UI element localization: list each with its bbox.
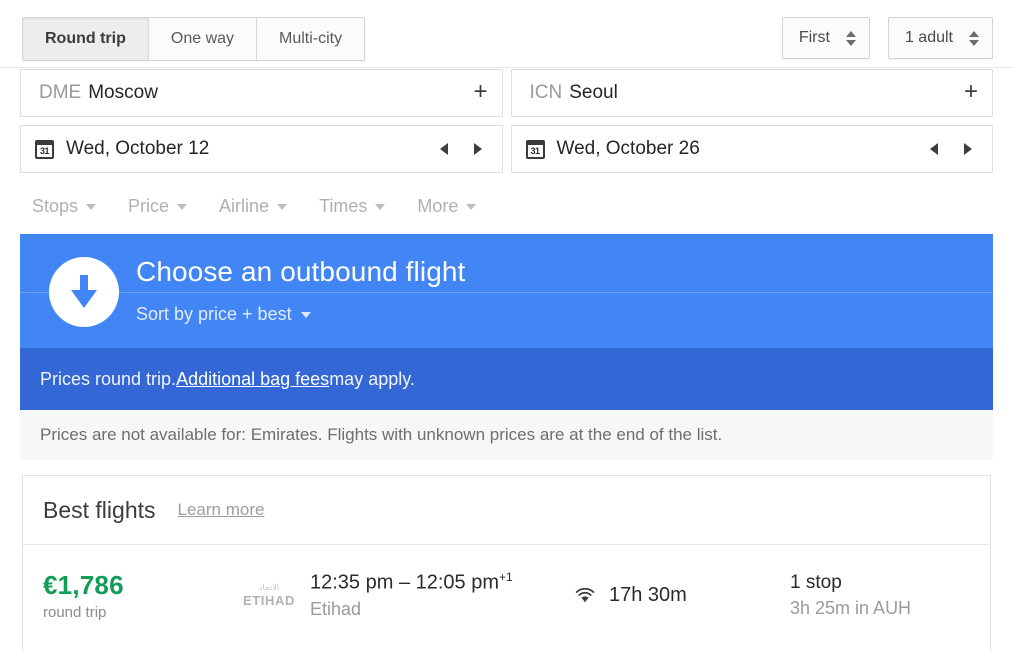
filter-more-label: More	[417, 196, 459, 216]
calendar-icon: 31	[525, 139, 545, 159]
arrow-right-icon[interactable]	[964, 143, 972, 155]
trip-tab-round-trip[interactable]: Round trip	[23, 18, 149, 60]
wifi-icon	[575, 587, 595, 602]
filter-price-label: Price	[128, 196, 170, 216]
flight-stops-column: 1 stop 3h 25m in AUH	[790, 572, 970, 619]
depart-date-input[interactable]: 31 Wed, October 12	[20, 125, 503, 173]
origin-code: DME	[39, 82, 82, 103]
filter-more[interactable]: More	[405, 190, 488, 223]
additional-bag-fees-link[interactable]: Additional bag fees	[176, 369, 329, 390]
filter-airline[interactable]: Airline	[207, 190, 299, 223]
return-date-nav	[930, 143, 978, 155]
outbound-banner: Choose an outbound flight Sort by price …	[20, 234, 993, 348]
destination-input[interactable]: ICN Seoul +	[510, 69, 993, 117]
calendar-icon: 31	[35, 139, 54, 159]
learn-more-link[interactable]: Learn more	[178, 500, 265, 520]
flight-price-note: round trip	[43, 603, 107, 621]
bag-notice-prefix: Prices round trip.	[40, 368, 177, 389]
cabin-class-stepper[interactable]: First	[781, 17, 870, 59]
chevron-down-icon	[277, 203, 288, 210]
flight-stops: 1 stop	[790, 571, 842, 593]
arrow-right-icon[interactable]	[473, 143, 482, 155]
cabin-class-value: First	[798, 29, 830, 46]
download-arrow-icon	[49, 257, 119, 327]
chevron-down-icon	[86, 203, 97, 210]
depart-date-nav	[439, 143, 488, 155]
plus-icon[interactable]: +	[473, 79, 487, 107]
chevron-down-icon	[466, 203, 477, 210]
flight-times-column: 12:35 pm – 12:05 pm+1 Etihad	[310, 570, 575, 620]
bag-fees-notice: Prices round trip. Additional bag fees m…	[20, 348, 993, 410]
banner-title: Choose an outbound flight	[136, 256, 466, 287]
depart-date-value: Wed, October 12	[66, 138, 210, 159]
airport-row: DME Moscow + ICN Seoul +	[0, 69, 1013, 117]
stepper-arrows-icon[interactable]	[969, 30, 979, 46]
filter-bar: Stops Price Airline Times More	[20, 190, 488, 223]
filter-stops[interactable]: Stops	[20, 190, 108, 223]
arrow-left-icon[interactable]	[439, 143, 448, 155]
date-row: 31 Wed, October 12 31 Wed, October 26	[0, 125, 1013, 173]
destination-code: ICN	[529, 82, 563, 103]
flight-layover: 3h 25m in AUH	[790, 597, 912, 618]
passengers-value: 1 adult	[904, 29, 953, 46]
stepper-arrows-icon[interactable]	[845, 30, 856, 46]
trip-tab-one-way[interactable]: One way	[148, 18, 258, 60]
banner-divider	[20, 292, 993, 293]
chevron-down-icon	[375, 203, 386, 210]
bag-notice-suffix: may apply.	[329, 368, 415, 389]
top-right-controls: First 1 adult	[781, 17, 993, 59]
top-toolbar: Round trip One way Multi-city First 1 ad…	[0, 0, 1013, 68]
flight-result-row[interactable]: €1,786 round trip الاتحاد ETIHAD 12:35 p…	[23, 545, 990, 645]
origin-input[interactable]: DME Moscow +	[20, 69, 503, 117]
flight-airline-name: Etihad	[310, 598, 362, 619]
price-notice-text: Prices are not available for: Emirates. …	[40, 425, 723, 444]
flight-search-page: Round trip One way Multi-city First 1 ad…	[0, 0, 1013, 651]
search-fields: DME Moscow + ICN Seoul + 31 Wed, October…	[0, 69, 1013, 181]
flight-duration-column: 17h 30m	[575, 584, 790, 607]
best-flights-header: Best flights Learn more	[23, 476, 990, 545]
filter-stops-label: Stops	[32, 196, 79, 216]
trip-tab-multi-city[interactable]: Multi-city	[257, 18, 365, 60]
return-date-value: Wed, October 26	[556, 138, 700, 159]
etihad-logo: الاتحاد ETIHAD	[243, 582, 295, 608]
sort-selector[interactable]: Sort by price + best	[136, 304, 311, 325]
etihad-logo-name: ETIHAD	[243, 592, 295, 608]
etihad-logo-arabic: الاتحاد	[258, 582, 280, 592]
arrow-left-icon[interactable]	[930, 143, 938, 155]
best-flights-card: Best flights Learn more €1,786 round tri…	[22, 475, 991, 651]
return-date-input[interactable]: 31 Wed, October 26	[510, 125, 993, 173]
chevron-down-icon	[177, 203, 188, 210]
filter-airline-label: Airline	[219, 196, 270, 216]
flight-day-offset: +1	[499, 570, 513, 585]
filter-price[interactable]: Price	[116, 190, 199, 223]
flight-price-column: €1,786 round trip	[43, 570, 228, 621]
origin-city: Moscow	[88, 82, 158, 103]
flight-duration: 17h 30m	[609, 583, 687, 606]
best-flights-title: Best flights	[43, 496, 156, 523]
download-arrow-glyph	[71, 275, 97, 308]
flight-price: €1,786	[43, 569, 124, 600]
airline-logo-column: الاتحاد ETIHAD	[228, 582, 310, 608]
price-availability-notice: Prices are not available for: Emirates. …	[20, 410, 993, 460]
chevron-down-icon	[300, 311, 311, 318]
sort-label: Sort by price + best	[136, 304, 292, 324]
flight-times-text: 12:35 pm – 12:05 pm	[310, 571, 500, 594]
plus-icon[interactable]: +	[964, 79, 978, 107]
destination-city: Seoul	[569, 82, 618, 103]
trip-type-tabs: Round trip One way Multi-city	[22, 17, 366, 61]
passengers-stepper[interactable]: 1 adult	[887, 17, 993, 59]
flight-times: 12:35 pm – 12:05 pm+1	[310, 570, 575, 595]
filter-times-label: Times	[319, 196, 368, 216]
filter-times[interactable]: Times	[307, 190, 397, 223]
